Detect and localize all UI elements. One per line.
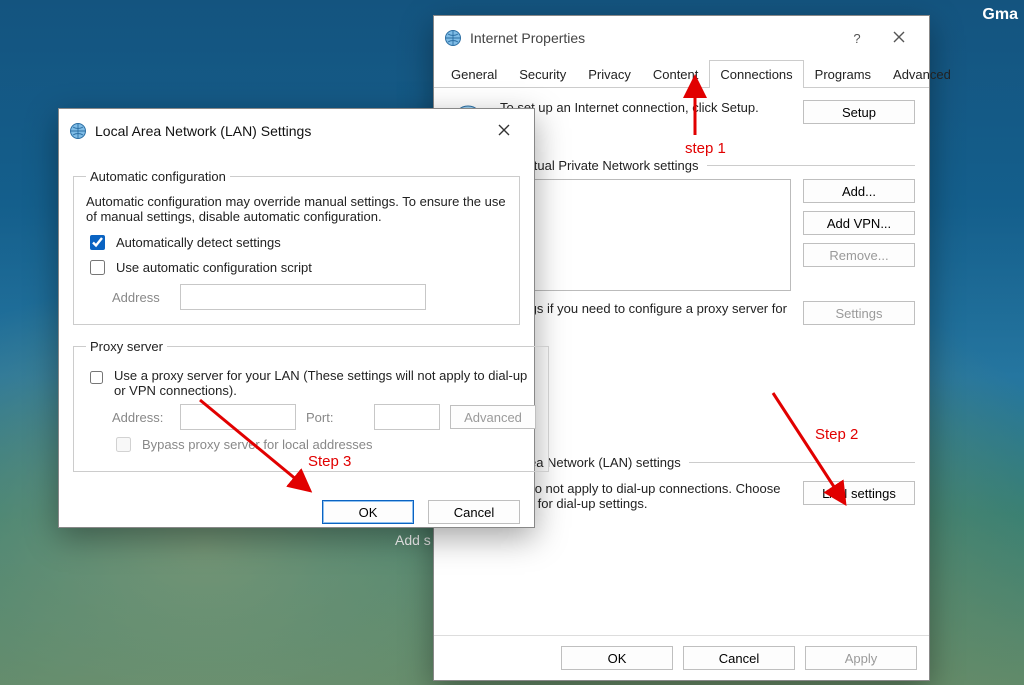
use-proxy-label: Use a proxy server for your LAN (These s… — [114, 368, 536, 398]
globe-icon — [69, 122, 87, 140]
setup-button[interactable]: Setup — [803, 100, 915, 124]
divider — [689, 462, 915, 463]
proxy-port-input — [374, 404, 440, 430]
desktop-partial-text: Gma — [982, 6, 1018, 24]
cancel-button[interactable]: Cancel — [683, 646, 795, 670]
auto-address-label: Address — [112, 290, 170, 305]
dialog-title: Local Area Network (LAN) Settings — [95, 123, 311, 139]
proxy-port-label: Port: — [306, 410, 364, 425]
lan-settings-dialog: Local Area Network (LAN) Settings Automa… — [58, 108, 535, 528]
add-vpn-button[interactable]: Add VPN... — [803, 211, 915, 235]
setup-text: To set up an Internet connection, click … — [500, 100, 791, 115]
tab-programs[interactable]: Programs — [804, 60, 882, 88]
close-button[interactable] — [879, 24, 919, 52]
remove-button: Remove... — [803, 243, 915, 267]
globe-icon — [444, 29, 462, 47]
use-proxy-input[interactable] — [90, 370, 103, 385]
automatic-configuration-group: Automatic configuration Automatic config… — [73, 169, 520, 325]
tab-security[interactable]: Security — [508, 60, 577, 88]
internet-properties-titlebar[interactable]: Internet Properties ? — [434, 16, 929, 60]
bypass-local-label: Bypass proxy server for local addresses — [142, 437, 372, 452]
tab-general[interactable]: General — [440, 60, 508, 88]
tabs-bar: General Security Privacy Content Connect… — [434, 60, 929, 88]
close-icon — [893, 31, 905, 46]
cancel-button[interactable]: Cancel — [428, 500, 520, 524]
lan-settings-titlebar[interactable]: Local Area Network (LAN) Settings — [59, 109, 534, 153]
vpn-settings-button: Settings — [803, 301, 915, 325]
proxy-legend: Proxy server — [86, 339, 167, 354]
auto-detect-input[interactable] — [90, 235, 105, 250]
tab-content[interactable]: Content — [642, 60, 710, 88]
lan-settings-button[interactable]: LAN settings — [803, 481, 915, 505]
help-button[interactable]: ? — [837, 24, 877, 52]
auto-detect-checkbox[interactable]: Automatically detect settings — [86, 232, 507, 253]
auto-script-checkbox[interactable]: Use automatic configuration script — [86, 257, 507, 278]
dialog-title: Internet Properties — [470, 30, 585, 46]
help-icon: ? — [853, 31, 860, 46]
lan-settings-footer: OK Cancel — [59, 486, 534, 538]
tab-privacy[interactable]: Privacy — [577, 60, 642, 88]
proxy-address-input — [180, 404, 296, 430]
auto-description: Automatic configuration may override man… — [86, 194, 507, 224]
tab-connections[interactable]: Connections — [709, 60, 803, 88]
use-proxy-checkbox[interactable]: Use a proxy server for your LAN (These s… — [86, 368, 536, 398]
auto-script-input[interactable] — [90, 260, 105, 275]
bypass-local-checkbox: Bypass proxy server for local addresses — [112, 434, 536, 455]
apply-button: Apply — [805, 646, 917, 670]
divider — [707, 165, 916, 166]
auto-script-label: Use automatic configuration script — [116, 260, 312, 275]
close-button[interactable] — [484, 117, 524, 145]
auto-detect-label: Automatically detect settings — [116, 235, 281, 250]
ok-button[interactable]: OK — [322, 500, 414, 524]
add-button[interactable]: Add... — [803, 179, 915, 203]
proxy-address-label: Address: — [112, 410, 170, 425]
auto-address-input — [180, 284, 426, 310]
close-icon — [498, 124, 510, 139]
ok-button[interactable]: OK — [561, 646, 673, 670]
bypass-local-input — [116, 437, 131, 452]
proxy-advanced-button: Advanced — [450, 405, 536, 429]
internet-properties-footer: OK Cancel Apply — [434, 635, 929, 680]
tab-advanced[interactable]: Advanced — [882, 60, 962, 88]
proxy-server-group: Proxy server Use a proxy server for your… — [73, 339, 549, 472]
auto-legend: Automatic configuration — [86, 169, 230, 184]
